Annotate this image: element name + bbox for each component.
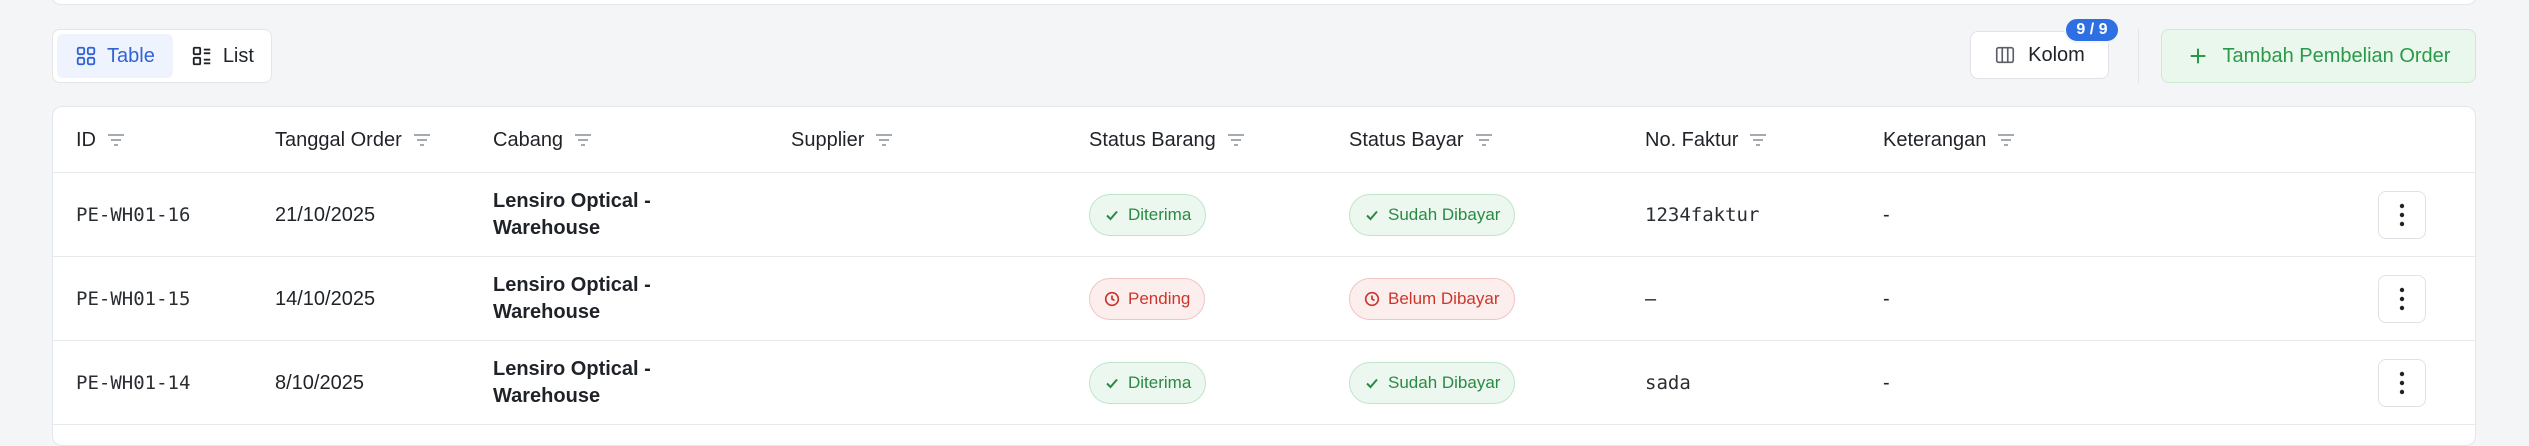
cell-cabang: Lensiro Optical - Warehouse (493, 341, 651, 425)
status-badge: Sudah Dibayar (1349, 194, 1516, 236)
cell-cabang: Lensiro Optical - Warehouse (493, 257, 651, 341)
cell-status-barang: Pending (1089, 257, 1206, 341)
more-vertical-icon (2399, 203, 2405, 227)
cabang-line-2: Warehouse (493, 301, 601, 323)
column-header-label: Keterangan (1883, 128, 1987, 151)
cell-keterangan: - (1883, 371, 1890, 394)
column-header-supplier[interactable]: Supplier (791, 107, 894, 173)
row-actions-button[interactable] (2378, 359, 2426, 407)
check-icon (1366, 210, 1378, 221)
cell-id: PE-WH01-15 (76, 288, 191, 310)
cell-tanggal: 21/10/2025 (275, 203, 376, 226)
cell-status-bayar: Belum Dibayar (1349, 257, 1515, 341)
list-view-label: List (222, 44, 254, 67)
status-badge: Belum Dibayar (1349, 278, 1515, 320)
table-row[interactable]: PE-WH01-16 21/10/2025 Lensiro Optical - W… (53, 173, 2475, 257)
filter-icon[interactable] (874, 132, 894, 148)
cell-tanggal: 8/10/2025 (275, 371, 364, 394)
kolom-label: Kolom (2028, 43, 2085, 66)
cell-id: PE-WH01-16 (76, 204, 191, 226)
check-icon (1366, 378, 1378, 389)
row-actions-button[interactable] (2378, 191, 2426, 239)
column-header-cabang[interactable]: Cabang (493, 107, 593, 173)
cell-keterangan: - (1883, 287, 1890, 310)
cell-cabang: Lensiro Optical - Warehouse (493, 173, 651, 257)
filter-icon[interactable] (1226, 132, 1246, 148)
column-header-status-bayar[interactable]: Status Bayar (1349, 107, 1494, 173)
filter-icon[interactable] (106, 132, 126, 148)
cell-status-bayar: Sudah Dibayar (1349, 341, 1516, 425)
check-icon (1106, 378, 1118, 389)
column-header-id[interactable]: ID (76, 107, 126, 173)
status-badge: Diterima (1089, 362, 1207, 404)
column-header-label: Tanggal Order (275, 128, 402, 151)
table-row[interactable]: PE-WH01-15 14/10/2025 Lensiro Optical - W… (53, 257, 2475, 341)
check-icon (1106, 210, 1118, 221)
filter-icon[interactable] (1996, 132, 2016, 148)
table-header: ID Tanggal Order Cabang Supplier Status … (53, 107, 2475, 173)
top-card (52, 0, 2476, 5)
list-icon (192, 46, 211, 66)
cell-no-faktur: – (1645, 287, 1657, 310)
cabang-line-1: Lensiro Optical - (493, 358, 651, 380)
cell-status-barang: Diterima (1089, 173, 1207, 257)
add-purchase-order-button[interactable]: Tambah Pembelian Order (2161, 29, 2476, 83)
status-badge: Sudah Dibayar (1349, 362, 1516, 404)
status-badge-label: Pending (1128, 289, 1191, 308)
more-vertical-icon (2399, 371, 2405, 395)
status-badge-label: Sudah Dibayar (1388, 373, 1501, 392)
cell-tanggal: 14/10/2025 (275, 287, 376, 310)
cabang-line-2: Warehouse (493, 217, 601, 239)
toolbar-divider (2138, 29, 2139, 83)
filter-icon[interactable] (412, 132, 432, 148)
list-view-button[interactable]: List (173, 34, 272, 78)
cell-keterangan: - (1883, 203, 1890, 226)
column-header-label: Status Bayar (1349, 128, 1464, 151)
status-badge-label: Diterima (1128, 373, 1192, 392)
status-badge-label: Diterima (1128, 205, 1192, 224)
cabang-line-1: Lensiro Optical - (493, 274, 651, 296)
kolom-count-badge: 9 / 9 (2064, 17, 2120, 43)
table-row[interactable]: PE-WH01-14 8/10/2025 Lensiro Optical - Wa… (53, 341, 2475, 425)
status-badge-label: Sudah Dibayar (1388, 205, 1501, 224)
cabang-line-2: Warehouse (493, 385, 601, 407)
cell-no-faktur: sada (1645, 372, 1691, 394)
filter-icon[interactable] (573, 132, 593, 148)
plus-icon (2190, 48, 2205, 64)
column-header-status-barang[interactable]: Status Barang (1089, 107, 1246, 173)
cabang-line-1: Lensiro Optical - (493, 190, 651, 212)
column-header-label: ID (76, 128, 96, 151)
more-vertical-icon (2399, 287, 2405, 311)
column-header-label: No. Faktur (1645, 128, 1739, 151)
column-header-tanggal[interactable]: Tanggal Order (275, 107, 432, 173)
view-toggle: Table List (52, 29, 272, 83)
table-view-button[interactable]: Table (57, 34, 173, 78)
table-view-label: Table (107, 44, 155, 67)
columns-icon (1996, 46, 2015, 64)
filter-icon[interactable] (1474, 132, 1494, 148)
status-badge: Pending (1089, 278, 1206, 320)
cell-id: PE-WH01-14 (76, 372, 191, 394)
cell-status-bayar: Sudah Dibayar (1349, 173, 1516, 257)
column-header-no-faktur[interactable]: No. Faktur (1645, 107, 1768, 173)
cell-no-faktur: 1234faktur (1645, 204, 1760, 226)
cell-status-barang: Diterima (1089, 341, 1207, 425)
status-badge-label: Belum Dibayar (1388, 289, 1500, 308)
status-badge: Diterima (1089, 194, 1207, 236)
column-header-label: Supplier (791, 128, 865, 151)
column-header-label: Status Barang (1089, 128, 1216, 151)
column-header-keterangan[interactable]: Keterangan (1883, 107, 2016, 173)
clock-icon (1364, 291, 1380, 307)
column-header-label: Cabang (493, 128, 564, 151)
grid-icon (76, 46, 96, 66)
clock-icon (1104, 291, 1120, 307)
add-purchase-order-label: Tambah Pembelian Order (2222, 44, 2451, 67)
filter-icon[interactable] (1748, 132, 1768, 148)
row-actions-button[interactable] (2378, 275, 2426, 323)
purchase-order-table: ID Tanggal Order Cabang Supplier Status … (52, 106, 2476, 446)
